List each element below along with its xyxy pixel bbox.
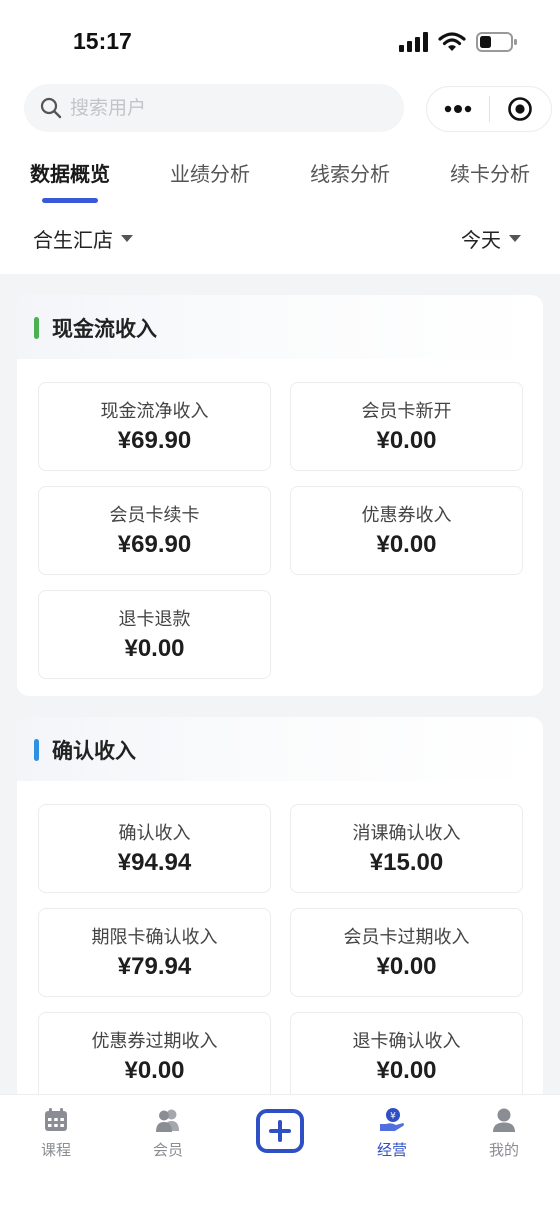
section-header: 现金流收入 [17,295,543,359]
business-icon: ¥ [380,1108,404,1131]
tab-data-overview[interactable]: 数据概览 [30,158,110,187]
tabbar-label: 课程 [40,1141,71,1159]
calendar-icon [45,1108,67,1131]
stat-value: ¥69.90 [117,427,192,454]
miniprogram-capsule [426,86,552,132]
add-icon [256,1109,304,1153]
stat-card-refund-confirmed[interactable]: 退卡确认收入 ¥0.00 [290,1012,523,1101]
section-accent-bar [34,317,39,339]
section-accent-bar [34,739,39,761]
stat-value: ¥0.00 [376,427,437,454]
stat-value: ¥0.00 [124,1057,185,1084]
tabbar-label: 会员 [152,1141,183,1159]
stat-label: 会员卡过期收入 [343,927,470,948]
tab-renewal-analysis[interactable]: 续卡分析 [450,158,530,187]
stat-label: 退卡确认收入 [352,1031,461,1052]
section-header: 确认收入 [17,717,543,781]
analysis-tabs: 数据概览 业绩分析 线索分析 续卡分析 [0,150,560,206]
tabbar-item-add[interactable] [224,1095,336,1175]
stat-value: ¥94.94 [117,849,192,876]
caret-down-icon [121,235,133,242]
stat-card-membership-expired[interactable]: 会员卡过期收入 ¥0.00 [290,908,523,997]
search-box[interactable] [24,84,404,132]
status-icons [398,28,518,56]
stat-card-new-membership[interactable]: 会员卡新开 ¥0.00 [290,382,523,471]
stat-label: 确认收入 [118,823,191,844]
tabbar-item-members[interactable]: 会员 [112,1095,224,1175]
tabbar-label: 我的 [488,1141,519,1159]
stat-value: ¥0.00 [376,1057,437,1084]
section-title: 现金流收入 [52,317,157,341]
period-selector-label: 今天 [461,228,501,252]
stat-label: 优惠券过期收入 [91,1031,218,1052]
close-miniprogram-button[interactable] [489,86,551,132]
stat-card-confirmed-income[interactable]: 确认收入 ¥94.94 [38,804,271,893]
target-icon [508,97,533,121]
stat-card-coupon-expired[interactable]: 优惠券过期收入 ¥0.00 [38,1012,271,1101]
section-title: 确认收入 [52,739,136,763]
stat-value: ¥0.00 [124,635,185,662]
top-header-area: 15:17 搜索用户 数据概览 业绩分析 线索分析 续卡分析 合生汇店 今天 [0,0,560,274]
stat-value: ¥0.00 [376,953,437,980]
store-selector[interactable]: 合生汇店 [33,224,133,253]
battery-icon [476,32,517,52]
tab-performance-analysis[interactable]: 业绩分析 [170,158,250,187]
store-selector-label: 合生汇店 [33,228,113,252]
cash-flow-section: 现金流收入 现金流净收入 ¥69.90 会员卡新开 ¥0.00 会员卡续卡 ¥6… [17,295,543,696]
bottom-tab-bar: 课程 会员 ¥ 经营 我的 [0,1094,560,1214]
stat-card-class-confirmed[interactable]: 消课确认收入 ¥15.00 [290,804,523,893]
tab-leads-analysis[interactable]: 线索分析 [310,158,390,187]
stat-value: ¥0.00 [376,531,437,558]
stat-card-term-card-confirmed[interactable]: 期限卡确认收入 ¥79.94 [38,908,271,997]
stat-card-refund[interactable]: 退卡退款 ¥0.00 [38,590,271,679]
stat-label: 会员卡续卡 [109,505,200,526]
caret-down-icon [509,235,521,242]
active-tab-indicator [42,198,98,203]
stat-card-coupon-income[interactable]: 优惠券收入 ¥0.00 [290,486,523,575]
signal-icon [399,32,428,52]
tabbar-item-courses[interactable]: 课程 [0,1095,112,1175]
search-row [0,84,560,136]
stat-label: 优惠券收入 [361,505,452,526]
wifi-icon [438,32,466,51]
stat-label: 期限卡确认收入 [91,927,218,948]
search-input[interactable] [70,97,370,119]
stat-label: 现金流净收入 [100,401,209,422]
stat-label: 会员卡新开 [361,401,452,422]
period-selector[interactable]: 今天 [461,224,521,253]
members-icon [156,1109,179,1132]
tabbar-label: 经营 [376,1141,407,1159]
search-icon [40,97,62,119]
stat-label: 消课确认收入 [352,823,461,844]
stat-label: 退卡退款 [118,609,191,630]
stat-value: ¥79.94 [117,953,192,980]
filter-row: 合生汇店 今天 [0,218,560,258]
profile-icon [493,1108,515,1132]
more-button[interactable] [427,86,489,132]
status-bar: 15:17 [0,0,560,84]
tabbar-item-profile[interactable]: 我的 [448,1095,560,1175]
stat-card-cash-net[interactable]: 现金流净收入 ¥69.90 [38,382,271,471]
more-dots-icon [444,105,471,113]
svg-text:¥: ¥ [390,1112,396,1122]
stat-card-membership-renewal[interactable]: 会员卡续卡 ¥69.90 [38,486,271,575]
stat-value: ¥69.90 [117,531,192,558]
stat-value: ¥15.00 [369,849,444,876]
tabbar-item-business[interactable]: ¥ 经营 [336,1095,448,1175]
status-time: 15:17 [73,28,132,54]
confirmed-income-section: 确认收入 确认收入 ¥94.94 消课确认收入 ¥15.00 期限卡确认收入 ¥… [17,717,543,1137]
